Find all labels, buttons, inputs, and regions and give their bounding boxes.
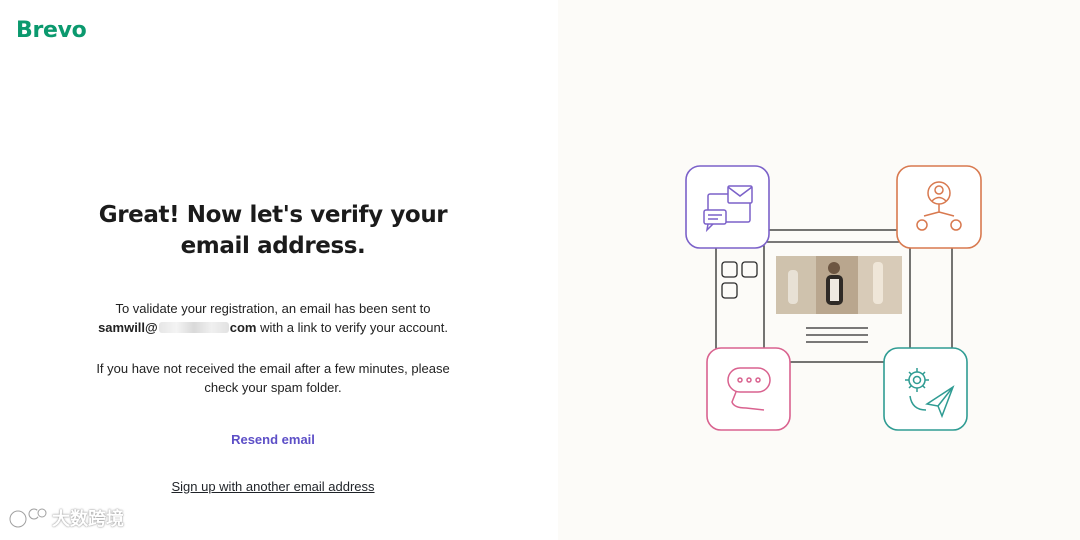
email-blur [158, 321, 229, 333]
email-address: samwill@ com [98, 320, 256, 335]
illustration [685, 165, 982, 431]
sent-message: To validate your registration, an email … [0, 300, 546, 337]
verify-content: Great! Now let's verify your email addre… [0, 200, 546, 496]
brevo-logo[interactable]: Brevo [16, 18, 87, 43]
watermark-logo-icon [8, 507, 48, 529]
mail-chat-card [685, 165, 770, 249]
email-start: samwill@ [98, 319, 158, 335]
left-pane: Brevo Great! Now let's verify your email… [0, 0, 558, 540]
right-pane [558, 0, 1080, 540]
watermark: 大数跨境 [8, 505, 124, 531]
page-title: Great! Now let's verify your email addre… [98, 202, 448, 259]
resend-email-link[interactable]: Resend email [231, 432, 315, 447]
gear-send-card [883, 347, 968, 431]
email-end: com [229, 319, 257, 335]
chat-bubble-card [706, 347, 791, 431]
spam-hint: If you have not received the email after… [96, 361, 450, 395]
watermark-text: 大数跨境 [52, 509, 124, 530]
sent-message-line1: To validate your registration, an email … [115, 301, 431, 316]
sent-message-line2: samwill@ com with a link to verify your a… [0, 319, 546, 338]
user-network-card [896, 165, 982, 249]
photo-thumbnail [776, 256, 902, 314]
signup-other-email-link[interactable]: Sign up with another email address [171, 479, 374, 494]
sent-message-suffix: with a link to verify your account. [260, 319, 448, 335]
